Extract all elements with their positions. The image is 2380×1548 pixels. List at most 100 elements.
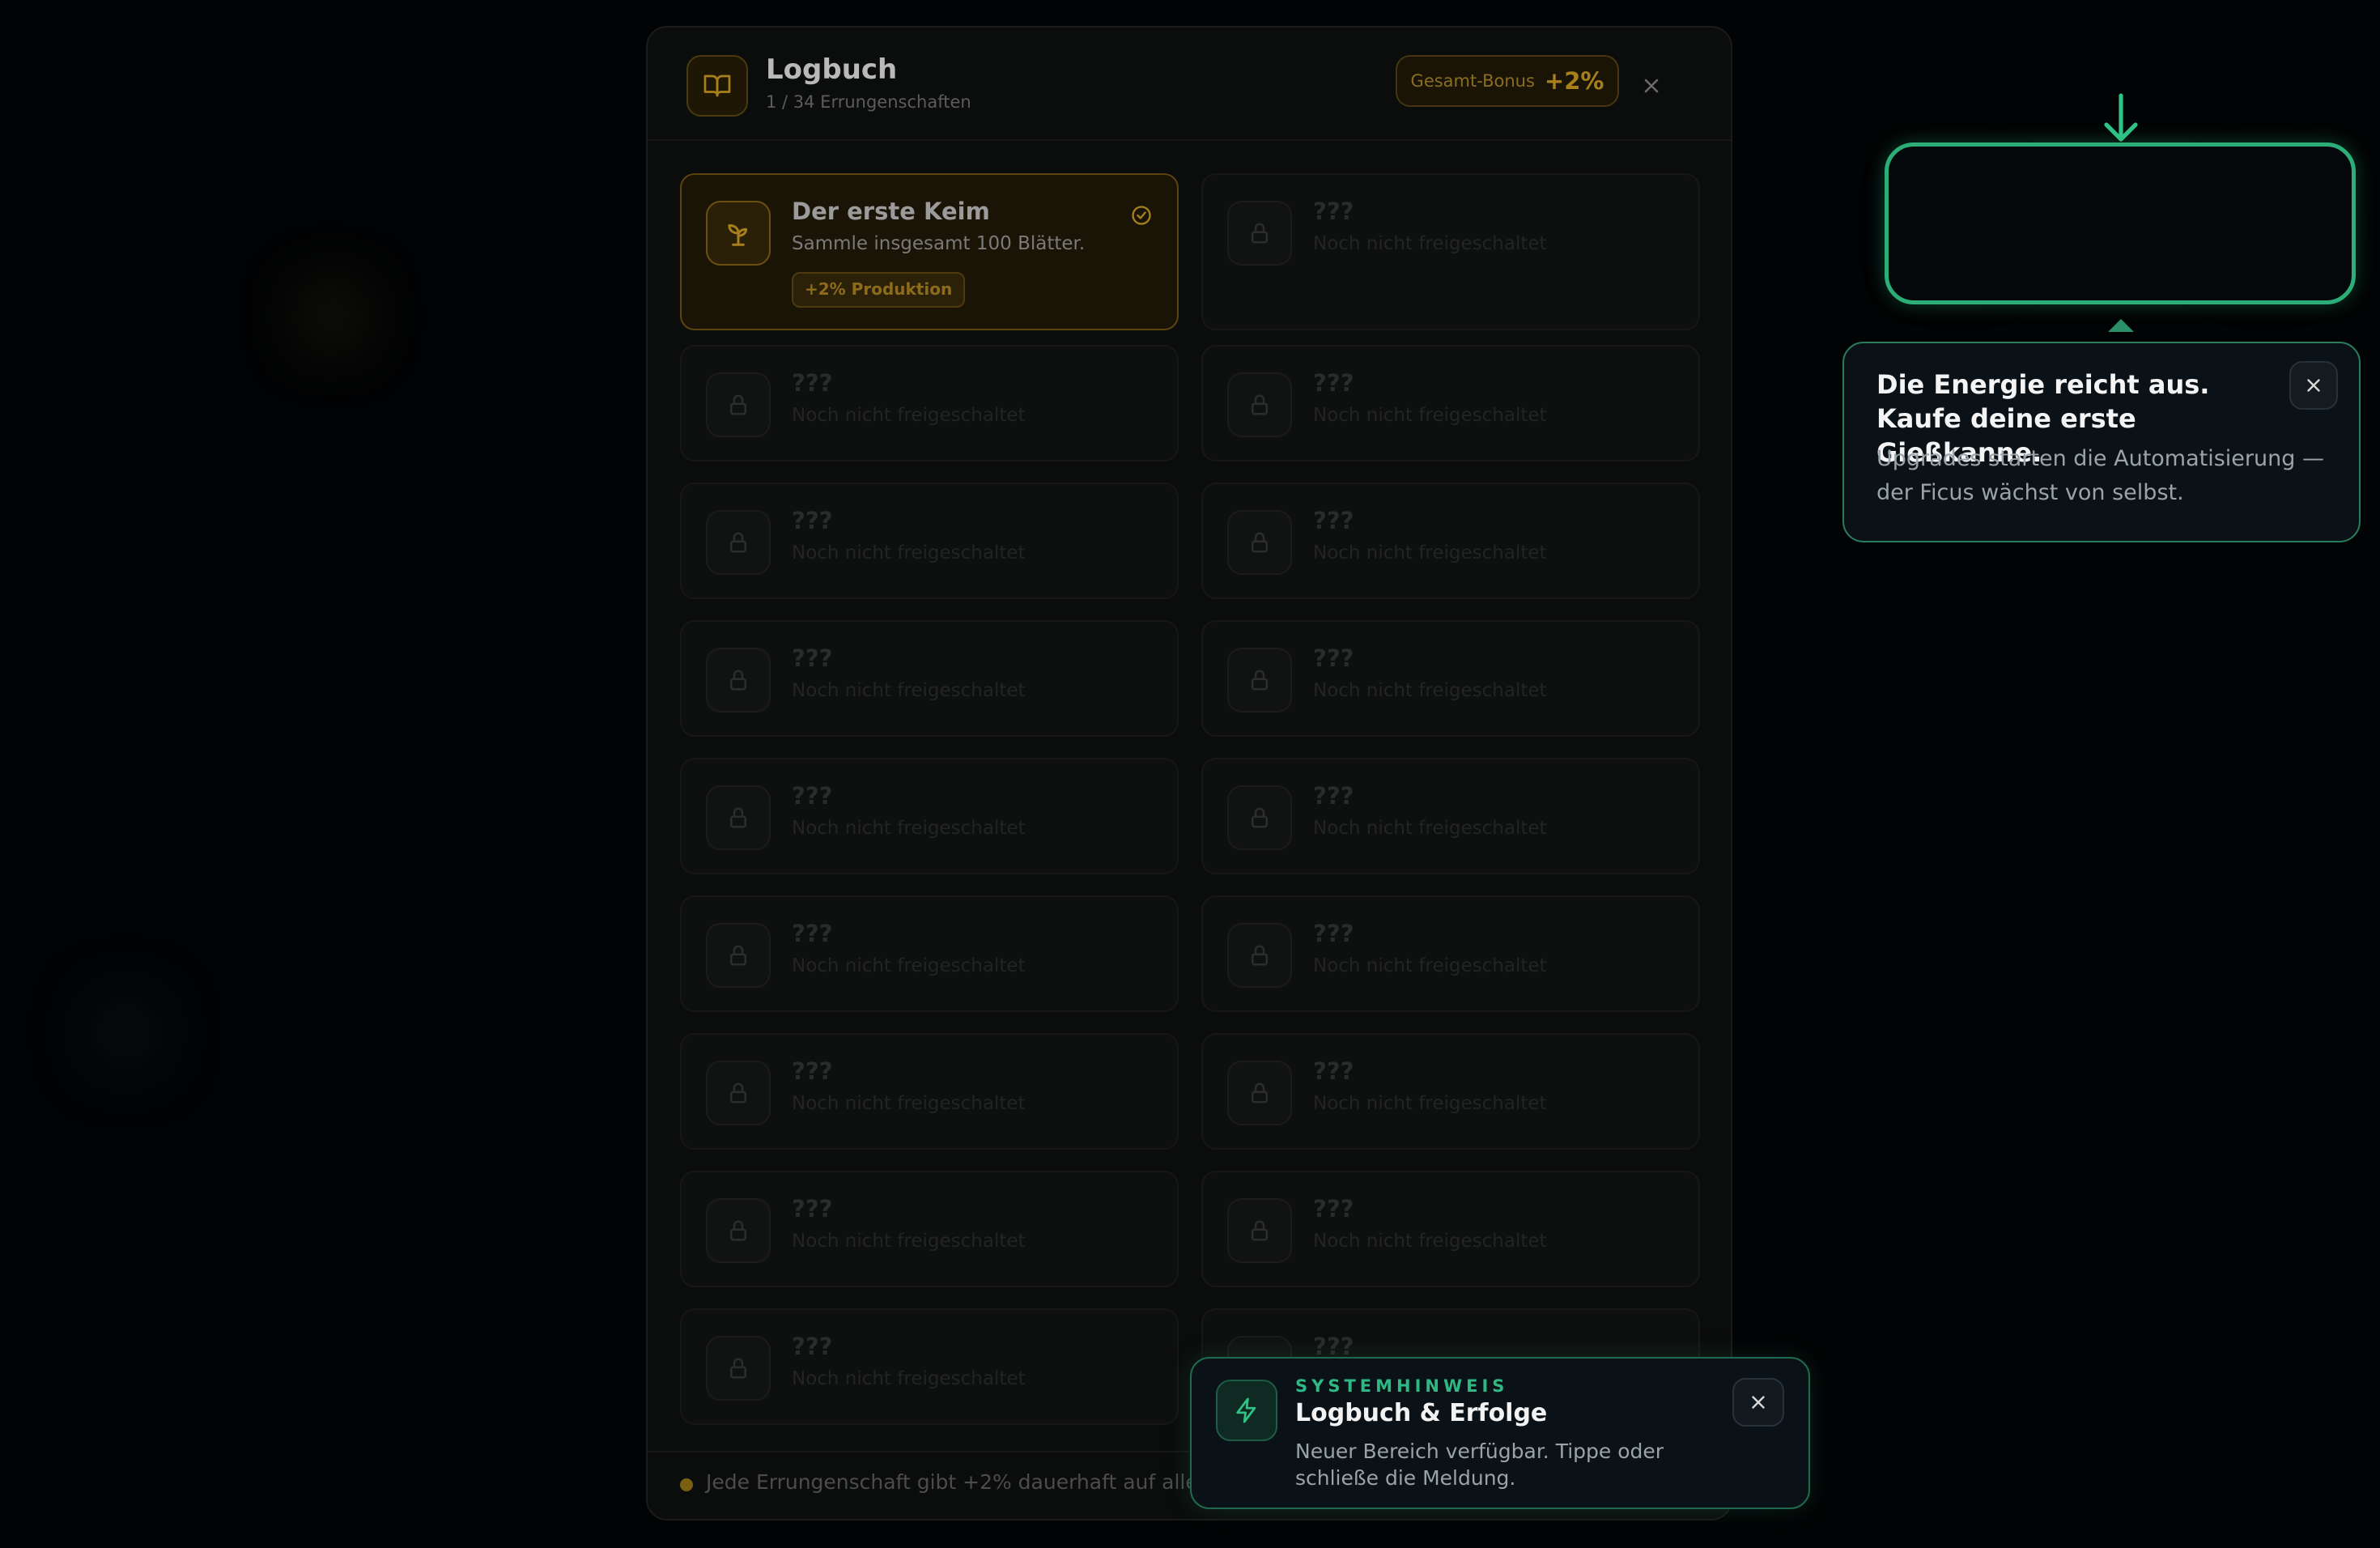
achievement-title: ??? — [1313, 1195, 1354, 1223]
achievement-card[interactable]: ??? Noch nicht freigeschaltet — [1201, 1171, 1700, 1287]
bonus-label: Gesamt-Bonus — [1410, 71, 1535, 91]
achievement-title: ??? — [792, 782, 833, 810]
lock-icon — [706, 1198, 771, 1263]
achievement-title: ??? — [792, 644, 833, 672]
achievement-desc: Noch nicht freigeschaltet — [1313, 955, 1547, 976]
lock-icon — [1227, 372, 1292, 437]
achievement-desc: Noch nicht freigeschaltet — [792, 1093, 1026, 1114]
achievement-card[interactable]: ??? Noch nicht freigeschaltet — [680, 620, 1179, 737]
lock-icon — [706, 923, 771, 988]
lightning-icon — [1216, 1380, 1277, 1441]
sprout-icon — [706, 201, 771, 266]
achievement-title: ??? — [792, 920, 833, 947]
tutorial-tooltip: Die Energie reicht aus. Kaufe deine erst… — [1842, 342, 2361, 542]
toast-body: Neuer Bereich verfügbar. Tippe oder schl… — [1295, 1440, 1664, 1490]
book-icon — [686, 55, 748, 117]
check-circle-icon — [1130, 204, 1153, 227]
close-icon — [2307, 379, 2320, 392]
achievement-card[interactable]: ??? Noch nicht freigeschaltet — [1201, 620, 1700, 737]
achievement-desc: Noch nicht freigeschaltet — [792, 405, 1026, 426]
lock-icon — [706, 1061, 771, 1125]
achievement-desc: Noch nicht freigeschaltet — [1313, 1231, 1547, 1252]
achievement-title: ??? — [1313, 782, 1354, 810]
lock-icon — [1227, 923, 1292, 988]
achievement-grid: Der erste Keim Sammle insgesamt 100 Blätt… — [680, 173, 1702, 1425]
achievement-title: ??? — [792, 369, 833, 397]
achievement-desc: Noch nicht freigeschaltet — [1313, 542, 1547, 563]
total-bonus-badge: Gesamt-Bonus +2% — [1396, 55, 1619, 107]
achievement-title: ??? — [1313, 920, 1354, 947]
achievement-card[interactable]: ??? Noch nicht freigeschaltet — [680, 483, 1179, 599]
achievement-desc: Noch nicht freigeschaltet — [1313, 233, 1547, 254]
achievement-card[interactable]: ??? Noch nicht freigeschaltet — [680, 1171, 1179, 1287]
background-glow — [308, 291, 356, 340]
achievement-title: ??? — [792, 1057, 833, 1085]
close-icon — [1644, 79, 1659, 93]
toast-title: Logbuch & Erfolge — [1295, 1399, 1548, 1427]
lock-icon — [1227, 1198, 1292, 1263]
achievement-desc: Noch nicht freigeschaltet — [792, 955, 1026, 976]
lock-icon — [706, 785, 771, 850]
achievement-title: ??? — [792, 507, 833, 534]
achievement-desc: Sammle insgesamt 100 Blätter. — [792, 233, 1086, 254]
achievement-title: ??? — [1313, 198, 1354, 225]
reward-badge: +2% Produktion — [792, 272, 966, 308]
achievement-card[interactable]: ??? Noch nicht freigeschaltet — [1201, 1033, 1700, 1150]
toast-close-button[interactable] — [1732, 1378, 1784, 1427]
lock-icon — [706, 1336, 771, 1401]
arrow-down-icon — [2102, 92, 2140, 146]
lock-icon — [706, 510, 771, 575]
tutorial-highlight[interactable] — [1885, 142, 2356, 304]
modal-header: Logbuch 1 / 34 Errungenschaften Gesamt-B… — [648, 28, 1731, 141]
achievement-card[interactable]: ??? Noch nicht freigeschaltet — [1201, 483, 1700, 599]
lock-icon — [1227, 510, 1292, 575]
logbuch-modal: Logbuch 1 / 34 Errungenschaften Gesamt-B… — [646, 26, 1732, 1520]
close-icon — [1752, 1396, 1765, 1409]
achievement-card[interactable]: ??? Noch nicht freigeschaltet — [1201, 758, 1700, 874]
achievement-title: ??? — [1313, 369, 1354, 397]
tooltip-body: Upgrades starten die Automatisierung — d… — [1876, 446, 2324, 505]
achievement-desc: Noch nicht freigeschaltet — [1313, 680, 1547, 701]
achievement-desc: Noch nicht freigeschaltet — [792, 1231, 1026, 1252]
achievement-title: Der erste Keim — [792, 198, 990, 225]
lock-icon — [1227, 648, 1292, 712]
achievement-title: ??? — [1313, 507, 1354, 534]
achievement-card[interactable]: ??? Noch nicht freigeschaltet — [1201, 345, 1700, 461]
achievement-desc: Noch nicht freigeschaltet — [792, 818, 1026, 839]
achievement-desc: Noch nicht freigeschaltet — [792, 680, 1026, 701]
modal-title: Logbuch — [766, 53, 898, 86]
achievement-card[interactable]: ??? Noch nicht freigeschaltet — [680, 1033, 1179, 1150]
achievement-count: 1 / 34 Errungenschaften — [766, 92, 971, 112]
achievement-title: ??? — [1313, 1333, 1354, 1360]
achievement-card[interactable]: Der erste Keim Sammle insgesamt 100 Blätt… — [680, 173, 1179, 330]
achievement-card[interactable]: ??? Noch nicht freigeschaltet — [680, 1308, 1179, 1425]
background-glow — [97, 1004, 154, 1061]
achievement-title: ??? — [792, 1195, 833, 1223]
achievement-title: ??? — [1313, 1057, 1354, 1085]
footer-text: Jede Errungenschaft gibt +2% dauerhaft a… — [706, 1470, 1218, 1494]
achievement-desc: Noch nicht freigeschaltet — [792, 1368, 1026, 1389]
lock-icon — [1227, 201, 1292, 266]
achievement-desc: Noch nicht freigeschaltet — [1313, 1093, 1547, 1114]
tooltip-close-button[interactable] — [2289, 361, 2338, 410]
tooltip-caret — [2108, 319, 2134, 332]
lock-icon — [1227, 1061, 1292, 1125]
lock-icon — [1227, 785, 1292, 850]
system-notice-toast[interactable]: SYSTEMHINWEIS Logbuch & Erfolge Neuer Be… — [1190, 1357, 1810, 1509]
achievement-title: ??? — [792, 1333, 833, 1360]
status-dot — [680, 1478, 693, 1491]
achievement-desc: Noch nicht freigeschaltet — [1313, 818, 1547, 839]
achievement-card[interactable]: ??? Noch nicht freigeschaltet — [680, 345, 1179, 461]
achievement-card[interactable]: ??? Noch nicht freigeschaltet — [1201, 895, 1700, 1012]
achievement-card[interactable]: ??? Noch nicht freigeschaltet — [1201, 173, 1700, 330]
lock-icon — [706, 372, 771, 437]
lock-icon — [706, 648, 771, 712]
achievement-card[interactable]: ??? Noch nicht freigeschaltet — [680, 758, 1179, 874]
modal-close-button[interactable] — [1635, 70, 1668, 102]
achievement-card[interactable]: ??? Noch nicht freigeschaltet — [680, 895, 1179, 1012]
achievement-desc: Noch nicht freigeschaltet — [1313, 405, 1547, 426]
toast-kicker: SYSTEMHINWEIS — [1295, 1376, 1509, 1396]
achievement-title: ??? — [1313, 644, 1354, 672]
achievement-desc: Noch nicht freigeschaltet — [792, 542, 1026, 563]
bonus-value: +2% — [1544, 67, 1604, 95]
